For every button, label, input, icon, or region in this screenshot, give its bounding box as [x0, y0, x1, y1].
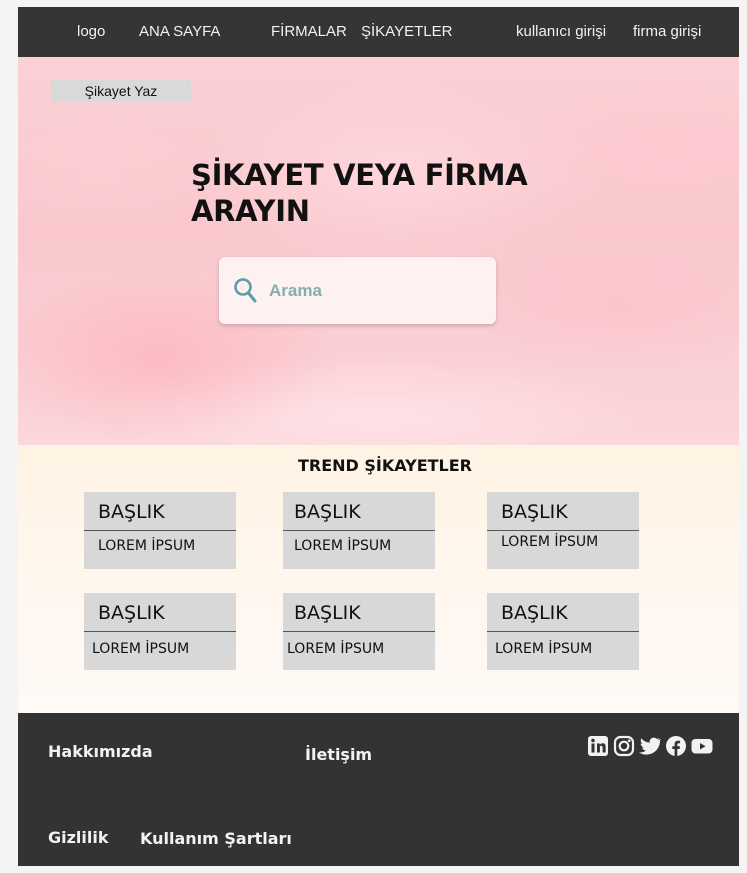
card-title: BAŞLIK	[98, 602, 165, 624]
contact-link[interactable]: İletişim	[305, 745, 372, 764]
nav-companies-link[interactable]: FİRMALAR	[271, 23, 347, 40]
logo[interactable]: logo	[77, 23, 105, 40]
top-nav: logo ANA SAYFA FİRMALAR ŞİKAYETLER kulla…	[18, 7, 739, 57]
card-header: BAŞLIK	[283, 492, 435, 531]
footer: Hakkımızda İletişim Gizlilik Kullanım Şa…	[18, 713, 739, 866]
card-body: LOREM İPSUM	[495, 641, 593, 657]
nav-home-link[interactable]: ANA SAYFA	[139, 23, 220, 40]
trend-title: TREND ŞİKAYETLER	[297, 456, 472, 475]
linkedin-icon[interactable]	[587, 735, 609, 757]
search-input[interactable]	[267, 277, 481, 305]
terms-link[interactable]: Kullanım Şartları	[140, 829, 292, 848]
write-complaint-button[interactable]: Şikayet Yaz	[51, 80, 191, 102]
complaint-card[interactable]: BAŞLIK LOREM İPSUM	[84, 492, 236, 569]
card-header: BAŞLIK	[84, 492, 236, 531]
card-title: BAŞLIK	[501, 501, 568, 523]
card-header: BAŞLIK	[487, 492, 639, 531]
card-body: LOREM İPSUM	[98, 538, 196, 554]
facebook-icon[interactable]	[665, 735, 687, 757]
card-title: BAŞLIK	[294, 602, 361, 624]
page-frame: logo ANA SAYFA FİRMALAR ŞİKAYETLER kulla…	[18, 7, 739, 866]
privacy-link[interactable]: Gizlilik	[48, 828, 109, 847]
search-icon	[234, 278, 257, 303]
card-header: BAŞLIK	[487, 593, 639, 632]
card-body: LOREM İPSUM	[287, 641, 385, 657]
complaint-card[interactable]: BAŞLIK LOREM İPSUM	[487, 593, 639, 670]
card-body: LOREM İPSUM	[92, 641, 190, 657]
card-body: LOREM İPSUM	[294, 538, 392, 554]
card-title: BAŞLIK	[501, 602, 568, 624]
twitter-icon[interactable]	[639, 735, 661, 757]
card-header: BAŞLIK	[84, 593, 236, 632]
card-body: LOREM İPSUM	[501, 534, 599, 550]
card-header: BAŞLIK	[283, 593, 435, 632]
complaint-card[interactable]: BAŞLIK LOREM İPSUM	[487, 492, 639, 569]
hero-title: ŞİKAYET VEYA FİRMA ARAYIN	[191, 158, 528, 228]
company-login-link[interactable]: firma girişi	[633, 23, 701, 40]
complaint-card[interactable]: BAŞLIK LOREM İPSUM	[283, 593, 435, 670]
nav-complaints-link[interactable]: ŞİKAYETLER	[361, 23, 452, 40]
card-title: BAŞLIK	[294, 501, 361, 523]
hero-section: Şikayet Yaz ŞİKAYET VEYA FİRMA ARAYIN	[18, 57, 739, 445]
search-box[interactable]	[219, 257, 496, 324]
instagram-icon[interactable]	[613, 735, 635, 757]
youtube-icon[interactable]	[691, 735, 713, 757]
about-link[interactable]: Hakkımızda	[48, 742, 153, 761]
user-login-link[interactable]: kullanıcı girişi	[516, 23, 606, 40]
complaint-card[interactable]: BAŞLIK LOREM İPSUM	[283, 492, 435, 569]
trend-section: TREND ŞİKAYETLER BAŞLIK LOREM İPSUM BAŞL…	[18, 445, 739, 713]
complaint-card[interactable]: BAŞLIK LOREM İPSUM	[84, 593, 236, 670]
card-title: BAŞLIK	[98, 501, 165, 523]
